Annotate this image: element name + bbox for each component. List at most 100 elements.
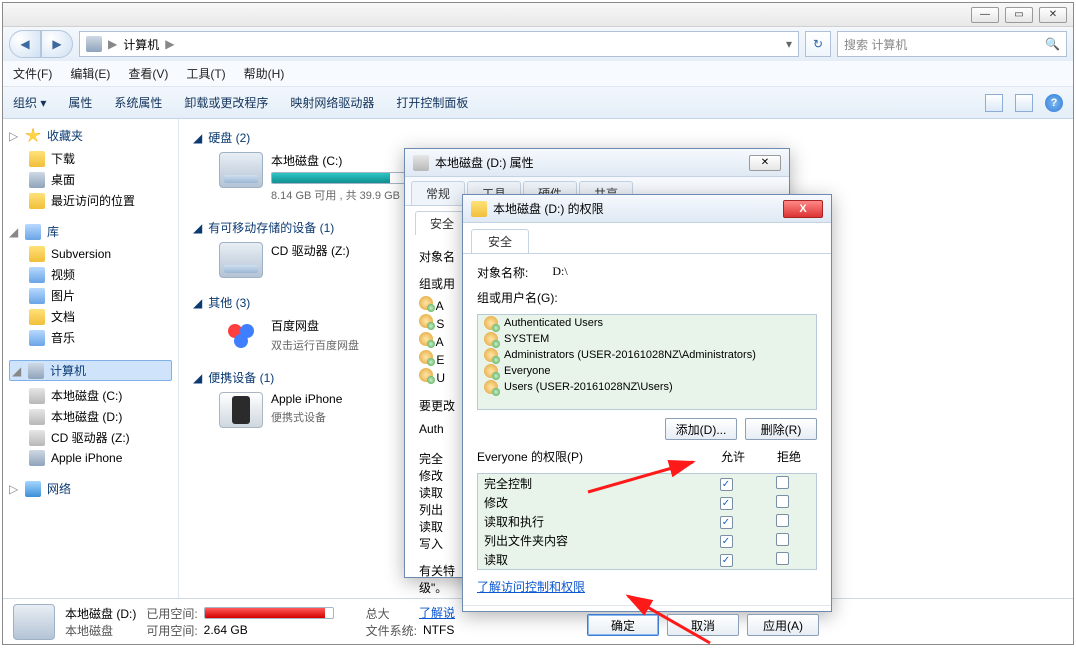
- perm-help-link[interactable]: 了解访问控制和权限: [477, 580, 585, 594]
- drive-icon: [413, 155, 429, 171]
- perm-tabs: 安全: [463, 223, 831, 254]
- iphone-name[interactable]: Apple iPhone: [271, 392, 342, 406]
- computer-icon: [28, 363, 44, 379]
- deny-checkbox[interactable]: [776, 476, 789, 489]
- prop-titlebar[interactable]: 本地磁盘 (D:) 属性 ✕: [405, 149, 789, 177]
- menu-view[interactable]: 查看(V): [128, 65, 168, 82]
- drive-c-name[interactable]: 本地磁盘 (C:): [271, 152, 421, 169]
- comp-label[interactable]: 计算机: [50, 362, 86, 379]
- status-sel-name: 本地磁盘 (D:): [65, 605, 136, 622]
- baidu-icon[interactable]: [219, 317, 263, 353]
- close-button[interactable]: ✕: [1039, 7, 1067, 23]
- allow-checkbox[interactable]: [720, 478, 733, 491]
- cancel-button[interactable]: 取消: [667, 614, 739, 636]
- crumb-computer[interactable]: 计算机: [123, 36, 159, 53]
- user-icon: [419, 296, 433, 310]
- crumb-dropdown[interactable]: ▾: [786, 37, 792, 51]
- perm-tab-security[interactable]: 安全: [471, 229, 529, 253]
- toolbar: 组织 ▾ 属性 系统属性 卸载或更改程序 映射网络驱动器 打开控制面板 ?: [3, 87, 1073, 119]
- help-icon[interactable]: ?: [1045, 94, 1063, 112]
- tab-general[interactable]: 常规: [411, 181, 465, 205]
- permissions-dialog: 本地磁盘 (D:) 的权限 X 安全 对象名称: D:\ 组或用户名(G): A…: [462, 194, 832, 612]
- perm-row: 完全控制: [478, 474, 816, 493]
- tb-system-properties[interactable]: 系统属性: [114, 94, 162, 111]
- tb-organize[interactable]: 组织 ▾: [13, 94, 46, 111]
- iphone-sub: 便携式设备: [271, 409, 342, 425]
- nav-document[interactable]: 文档: [51, 308, 75, 325]
- net-label[interactable]: 网络: [47, 480, 71, 497]
- video-icon: [29, 267, 45, 283]
- folder-icon: [471, 201, 487, 217]
- search-box[interactable]: 搜索 计算机 🔍: [837, 31, 1067, 57]
- perm-buttons: 确定 取消 应用(A): [463, 605, 831, 644]
- deny-checkbox[interactable]: [776, 514, 789, 527]
- nav-iphone[interactable]: Apple iPhone: [51, 451, 122, 465]
- tb-map-drive[interactable]: 映射网络驱动器: [290, 94, 374, 111]
- nav-desktop[interactable]: 桌面: [51, 171, 75, 188]
- deny-checkbox[interactable]: [776, 533, 789, 546]
- user-icon: [419, 368, 433, 382]
- drive-c-bar: [271, 172, 421, 184]
- forward-button[interactable]: ▶: [41, 30, 73, 58]
- document-icon: [29, 309, 45, 325]
- nav-downloads[interactable]: 下载: [51, 150, 75, 167]
- perm-close-button[interactable]: X: [783, 200, 823, 218]
- add-button[interactable]: 添加(D)...: [665, 418, 737, 440]
- nav-video[interactable]: 视频: [51, 266, 75, 283]
- tb-uninstall[interactable]: 卸载或更改程序: [184, 94, 268, 111]
- tb-properties[interactable]: 属性: [68, 94, 92, 111]
- tab-security[interactable]: 安全: [415, 211, 469, 235]
- perm-grp-k: 组或用户名(G):: [477, 289, 817, 306]
- ok-button[interactable]: 确定: [587, 614, 659, 636]
- allow-checkbox[interactable]: [720, 497, 733, 510]
- view-mode-icon[interactable]: [985, 94, 1003, 112]
- prop-close-button[interactable]: ✕: [749, 155, 781, 171]
- nav-picture[interactable]: 图片: [51, 287, 75, 304]
- deny-checkbox[interactable]: [776, 495, 789, 508]
- menu-help[interactable]: 帮助(H): [244, 65, 285, 82]
- nav-svn[interactable]: Subversion: [51, 247, 111, 261]
- nav-recent[interactable]: 最近访问的位置: [51, 192, 135, 209]
- remove-button[interactable]: 删除(R): [745, 418, 817, 440]
- user-icon: [419, 314, 433, 328]
- tb-control-panel[interactable]: 打开控制面板: [396, 94, 468, 111]
- perm-label: Everyone 的权限(P): [477, 448, 705, 465]
- cd-drive-icon[interactable]: [219, 242, 263, 278]
- nav-drive-d[interactable]: 本地磁盘 (D:): [51, 408, 122, 425]
- picture-icon: [29, 288, 45, 304]
- apply-button[interactable]: 应用(A): [747, 614, 819, 636]
- prop-title: 本地磁盘 (D:) 属性: [435, 154, 534, 171]
- cd-name[interactable]: CD 驱动器 (Z:): [271, 242, 350, 259]
- drive-c-icon[interactable]: [219, 152, 263, 188]
- deny-checkbox[interactable]: [776, 552, 789, 565]
- lib-label[interactable]: 库: [47, 223, 59, 240]
- menu-file[interactable]: 文件(F): [13, 65, 52, 82]
- allow-checkbox[interactable]: [720, 554, 733, 567]
- permission-list: 完全控制 修改 读取和执行 列出文件夹内容 读取: [477, 473, 817, 570]
- menu-edit[interactable]: 编辑(E): [70, 65, 110, 82]
- allow-checkbox[interactable]: [720, 516, 733, 529]
- back-button[interactable]: ◀: [9, 30, 41, 58]
- allow-checkbox[interactable]: [720, 535, 733, 548]
- user-icon: [419, 350, 433, 364]
- iphone-icon[interactable]: [219, 392, 263, 428]
- baidu-name[interactable]: 百度网盘: [271, 317, 359, 334]
- nav-music[interactable]: 音乐: [51, 329, 75, 346]
- nav-cd[interactable]: CD 驱动器 (Z:): [51, 429, 130, 446]
- preview-pane-icon[interactable]: [1015, 94, 1033, 112]
- user-icon: [419, 332, 433, 346]
- frag: E: [436, 353, 444, 367]
- perm-titlebar[interactable]: 本地磁盘 (D:) 的权限 X: [463, 195, 831, 223]
- menu-tools[interactable]: 工具(T): [186, 65, 225, 82]
- max-button[interactable]: ▭: [1005, 7, 1033, 23]
- nav-drive-c[interactable]: 本地磁盘 (C:): [51, 387, 122, 404]
- address-bar[interactable]: ▶ 计算机 ▶ ▾: [79, 31, 799, 57]
- search-placeholder: 搜索 计算机: [844, 36, 907, 53]
- user-list[interactable]: Authenticated Users SYSTEM Administrator…: [477, 314, 817, 410]
- perm-body: 对象名称: D:\ 组或用户名(G): Authenticated Users …: [463, 254, 831, 605]
- user-row: SYSTEM: [478, 331, 816, 347]
- prop-link[interactable]: 了解说: [419, 606, 455, 620]
- fav-label[interactable]: 收藏夹: [47, 127, 83, 144]
- refresh-button[interactable]: ↻: [805, 31, 831, 57]
- min-button[interactable]: —: [971, 7, 999, 23]
